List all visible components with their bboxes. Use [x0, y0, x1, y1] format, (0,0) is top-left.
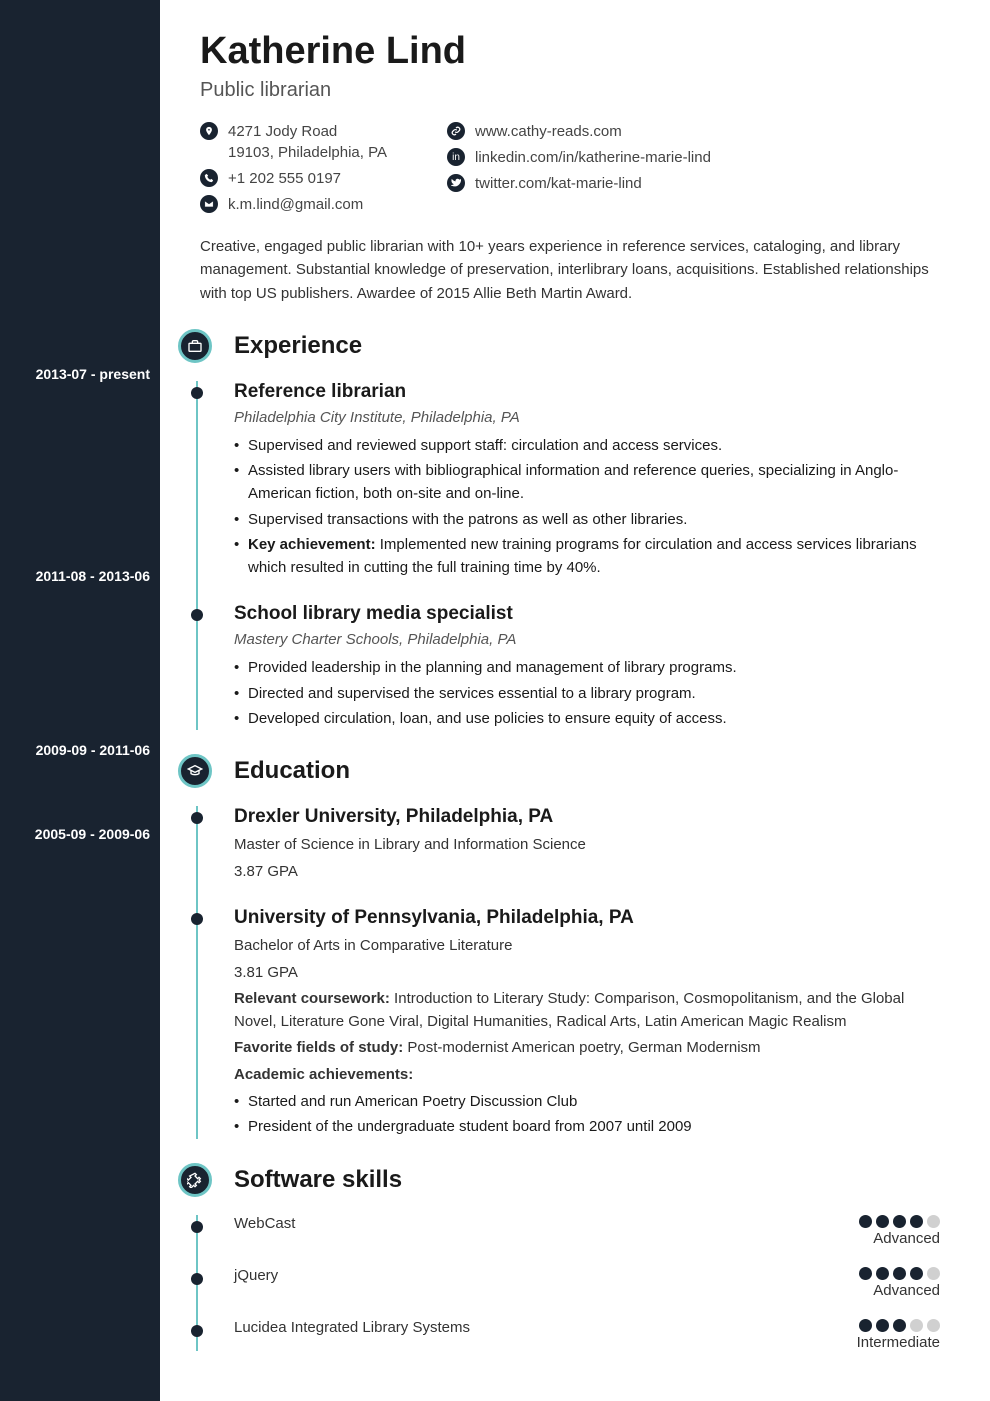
main-content: Katherine Lind Public librarian 4271 Jod…: [160, 0, 990, 1401]
education-entry: University of Pennsylvania, Philadelphia…: [196, 907, 940, 1139]
briefcase-icon: [178, 329, 212, 363]
bullet: Assisted library users with bibliographi…: [234, 459, 940, 506]
contact-address2: 19103, Philadelphia, PA: [228, 144, 387, 161]
experience-entry: Reference librarian Philadelphia City In…: [196, 381, 940, 580]
experience-entry: School library media specialist Mastery …: [196, 603, 940, 730]
bullet: Provided leadership in the planning and …: [234, 656, 940, 679]
entry-title: School library media specialist: [234, 603, 940, 625]
bullet: Supervised and reviewed support staff: c…: [234, 434, 940, 457]
linkedin-icon: in: [447, 148, 465, 166]
entry-org: Philadelphia City Institute, Philadelphi…: [234, 409, 940, 426]
bullet: President of the undergraduate student b…: [234, 1115, 940, 1138]
date-range: 2011-08 - 2013-06: [36, 568, 150, 584]
education-entry: Drexler University, Philadelphia, PA Mas…: [196, 806, 940, 883]
degree: Master of Science in Library and Informa…: [234, 834, 940, 857]
date-range: 2013-07 - present: [36, 366, 150, 382]
section-software: Software skills: [178, 1163, 940, 1197]
section-title: Education: [234, 757, 350, 785]
date-range: 2005-09 - 2009-06: [35, 826, 150, 842]
entry-title: Reference librarian: [234, 381, 940, 403]
graduation-icon: [178, 754, 212, 788]
degree: Bachelor of Arts in Comparative Literatu…: [234, 935, 940, 958]
skill-name: WebCast: [234, 1215, 295, 1232]
skill-entry: jQuery Advanced: [196, 1267, 940, 1299]
link-icon: [447, 122, 465, 140]
section-experience: Experience: [178, 329, 940, 363]
contact-twitter: twitter.com/kat-marie-lind: [447, 174, 711, 192]
skill-name: Lucidea Integrated Library Systems: [234, 1319, 470, 1336]
twitter-icon: [447, 174, 465, 192]
bullet: Started and run American Poetry Discussi…: [234, 1090, 940, 1113]
skill-entry: WebCast Advanced: [196, 1215, 940, 1247]
skill-name: jQuery: [234, 1267, 278, 1284]
sidebar: 2013-07 - present 2011-08 - 2013-06 2009…: [0, 0, 160, 1401]
mail-icon: [200, 195, 218, 213]
entry-title: Drexler University, Philadelphia, PA: [234, 806, 940, 828]
contact-web: www.cathy-reads.com: [447, 122, 711, 140]
contact-phone: +1 202 555 0197: [200, 169, 387, 187]
puzzle-icon: [178, 1163, 212, 1197]
bullet: Key achievement: Implemented new trainin…: [234, 533, 940, 580]
bullet: Directed and supervised the services ess…: [234, 682, 940, 705]
contact-address: 4271 Jody Road: [200, 122, 387, 140]
section-education: Education: [178, 754, 940, 788]
skill-level: Intermediate: [857, 1334, 940, 1351]
date-range: 2009-09 - 2011-06: [36, 742, 150, 758]
pin-icon: [200, 122, 218, 140]
bullet: Developed circulation, loan, and use pol…: [234, 707, 940, 730]
entry-title: University of Pennsylvania, Philadelphia…: [234, 907, 940, 929]
summary: Creative, engaged public librarian with …: [200, 235, 940, 305]
section-title: Software skills: [234, 1166, 402, 1194]
contact-linkedin: in linkedin.com/in/katherine-marie-lind: [447, 148, 711, 166]
job-title: Public librarian: [200, 79, 940, 102]
contact-block: 4271 Jody Road 19103, Philadelphia, PA +…: [200, 122, 940, 213]
skill-dots: [857, 1319, 940, 1332]
skill-dots: [859, 1267, 940, 1280]
bullet: Supervised transactions with the patrons…: [234, 508, 940, 531]
skill-level: Advanced: [859, 1230, 940, 1247]
skill-entry: Lucidea Integrated Library Systems Interm…: [196, 1319, 940, 1351]
skill-level: Advanced: [859, 1282, 940, 1299]
skill-dots: [859, 1215, 940, 1228]
phone-icon: [200, 169, 218, 187]
person-name: Katherine Lind: [200, 30, 940, 73]
contact-email: k.m.lind@gmail.com: [200, 195, 387, 213]
entry-org: Mastery Charter Schools, Philadelphia, P…: [234, 631, 940, 648]
gpa: 3.87 GPA: [234, 861, 940, 884]
section-title: Experience: [234, 332, 362, 360]
gpa: 3.81 GPA: [234, 962, 940, 985]
